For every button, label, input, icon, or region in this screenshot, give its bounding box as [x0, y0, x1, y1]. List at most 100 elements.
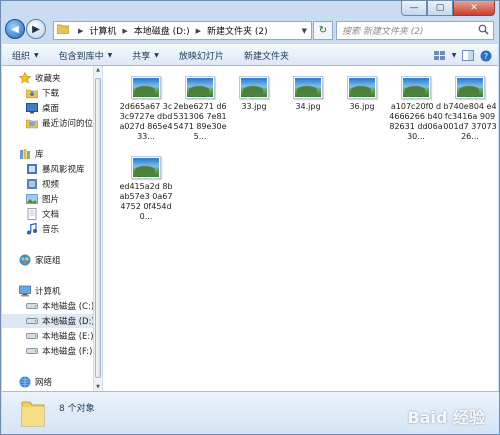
include-in-library-label: 包含到库中	[58, 51, 104, 62]
file-item[interactable]: 2d665a67 3c3c9727e dbda027d 865e433...	[119, 76, 173, 142]
nav-drive-d[interactable]: 本地磁盘 (D:)	[2, 314, 99, 328]
file-name: 2ebe6271 d6531306 7e815471 89e30e5...	[173, 102, 227, 141]
nav-music[interactable]: 音乐	[26, 222, 59, 236]
file-item[interactable]: 33.jpg	[227, 76, 281, 112]
nav-libraries[interactable]: 库	[19, 147, 44, 161]
nav-computer-label: 计算机	[35, 287, 61, 297]
navigation-pane: 收藏夹 下载 桌面 最近访问的位置 库 暴风影视库 视频 图片 文档 音乐 家庭…	[2, 66, 100, 391]
nav-drive-d-label: 本地磁盘 (D:)	[42, 317, 95, 327]
new-folder-label: 新建文件夹	[243, 51, 289, 62]
star-icon	[18, 71, 32, 84]
nav-homegroup[interactable]: 家庭组	[19, 253, 61, 267]
address-bar[interactable]: ▶ 计算机 ▶ 本地磁盘 (D:) ▶ 新建文件夹 (2) ▼	[53, 21, 312, 40]
back-arrow-icon: ◀	[11, 23, 19, 35]
organize-label: 组织	[12, 51, 31, 62]
view-dropdown-icon[interactable]: ▼	[450, 48, 458, 63]
address-dropdown-icon[interactable]: ▼	[302, 27, 307, 35]
breadcrumb-computer[interactable]: 计算机	[89, 24, 116, 37]
breadcrumb-drive-d[interactable]: 本地磁盘 (D:)	[134, 24, 190, 37]
file-name: a107c20f0 d4666266 b4082631 dd06a30...	[389, 102, 443, 141]
file-name: 2d665a67 3c3c9727e dbda027d 865e433...	[119, 102, 173, 141]
caption-buttons: — ▢ ✕	[401, 1, 495, 17]
search-input[interactable]: 搜索 新建文件夹 (2)	[336, 21, 494, 40]
nav-favorites-label: 收藏夹	[35, 74, 61, 84]
item-count: 8 个对象	[59, 404, 95, 414]
nav-downloads-label: 下载	[42, 89, 60, 99]
image-thumbnail	[347, 76, 377, 99]
nav-libraries-label: 库	[35, 150, 44, 160]
nav-videos[interactable]: 视频	[26, 177, 59, 191]
share-menu[interactable]: 共享 ▼	[122, 45, 169, 65]
change-view-icon[interactable]	[432, 48, 448, 63]
search-placeholder: 搜索 新建文件夹 (2)	[342, 27, 424, 37]
slideshow-button[interactable]: 放映幻灯片	[169, 45, 234, 65]
nav-storm-library[interactable]: 暴风影视库	[26, 162, 85, 176]
share-label: 共享	[132, 51, 151, 62]
preview-pane-icon[interactable]	[460, 48, 476, 63]
scrollbar-thumb[interactable]	[95, 78, 101, 378]
nav-pictures-label: 图片	[42, 195, 60, 205]
video-library-icon	[26, 163, 38, 175]
nav-favorites[interactable]: 收藏夹	[18, 71, 61, 85]
back-button[interactable]: ◀	[5, 19, 25, 39]
folder-icon	[20, 398, 46, 431]
file-item[interactable]: 2ebe6271 d6531306 7e815471 89e30e5...	[173, 76, 227, 142]
forward-arrow-icon: ▶	[32, 23, 40, 35]
file-item[interactable]: 36.jpg	[335, 76, 389, 112]
document-icon	[26, 208, 38, 220]
nav-drive-f[interactable]: 本地磁盘 (F:)	[26, 344, 92, 358]
breadcrumb-separator-icon[interactable]: ▶	[78, 27, 83, 35]
download-folder-icon	[25, 87, 39, 99]
nav-desktop[interactable]: 桌面	[26, 101, 59, 115]
scroll-down-icon[interactable]: ▼	[94, 384, 102, 390]
nav-documents[interactable]: 文档	[26, 207, 59, 221]
include-in-library-menu[interactable]: 包含到库中 ▼	[49, 45, 123, 65]
nav-drive-e-label: 本地磁盘 (E:)	[42, 332, 94, 342]
breadcrumb-current-folder[interactable]: 新建文件夹 (2)	[207, 24, 268, 37]
film-icon	[26, 178, 38, 190]
computer-icon	[19, 285, 31, 297]
file-item[interactable]: 34.jpg	[281, 76, 335, 112]
file-name: 34.jpg	[295, 102, 321, 111]
minimize-button[interactable]: —	[401, 1, 427, 16]
command-bar: 组织 ▼ 包含到库中 ▼ 共享 ▼ 放映幻灯片 新建文件夹 ▼ ?	[2, 44, 498, 66]
close-button[interactable]: ✕	[453, 1, 495, 16]
search-icon[interactable]	[478, 24, 489, 38]
help-icon[interactable]: ?	[478, 48, 494, 63]
organize-menu[interactable]: 组织 ▼	[2, 45, 49, 65]
nav-recent-label: 最近访问的位置	[42, 119, 100, 129]
nav-drive-e[interactable]: 本地磁盘 (E:)	[26, 329, 94, 343]
nav-downloads[interactable]: 下载	[25, 86, 60, 100]
file-item[interactable]: b740e804 e4fc3416a 909001d7 3707326...	[443, 76, 497, 142]
view-controls: ▼ ?	[430, 48, 494, 63]
music-icon	[26, 222, 38, 235]
new-folder-button[interactable]: 新建文件夹	[234, 45, 299, 65]
breadcrumb-separator-icon[interactable]: ▶	[196, 27, 201, 35]
nav-recent-places[interactable]: 最近访问的位置	[25, 116, 100, 130]
image-thumbnail	[401, 76, 431, 99]
forward-button[interactable]: ▶	[26, 19, 46, 39]
nav-network[interactable]: 网络	[19, 375, 52, 389]
dropdown-arrow-icon: ▼	[34, 51, 39, 59]
maximize-button[interactable]: ▢	[427, 1, 453, 16]
library-icon	[19, 148, 31, 160]
nav-drive-f-label: 本地磁盘 (F:)	[42, 347, 93, 357]
slideshow-label: 放映幻灯片	[178, 51, 224, 62]
recent-places-icon	[25, 117, 39, 129]
explorer-window: — ▢ ✕ ◀ ▶ ▶ 计算机 ▶ 本地磁盘 (D:) ▶ 新建文件夹 (2) …	[0, 0, 500, 435]
file-item[interactable]: a107c20f0 d4666266 b4082631 dd06a30...	[389, 76, 443, 142]
hard-drive-icon	[26, 315, 38, 327]
file-item[interactable]: ed415a2d 8bab57e3 0a674752 0f454d0...	[119, 156, 173, 222]
breadcrumb-separator-icon[interactable]: ▶	[122, 27, 127, 35]
scroll-up-icon[interactable]: ▲	[94, 67, 102, 73]
nav-drive-c[interactable]: 本地磁盘 (C:)	[26, 299, 94, 313]
file-list: 2d665a67 3c3c9727e dbda027d 865e433... 2…	[103, 66, 498, 391]
file-name: 36.jpg	[349, 102, 375, 111]
nav-computer[interactable]: 计算机	[19, 284, 61, 298]
refresh-button[interactable]: ↻	[313, 21, 333, 40]
nav-pictures[interactable]: 图片	[26, 192, 59, 206]
nav-scrollbar[interactable]: ▲ ▼	[93, 66, 102, 391]
dropdown-arrow-icon: ▼	[107, 51, 113, 59]
desktop-icon	[26, 102, 38, 114]
nav-documents-label: 文档	[42, 210, 60, 220]
